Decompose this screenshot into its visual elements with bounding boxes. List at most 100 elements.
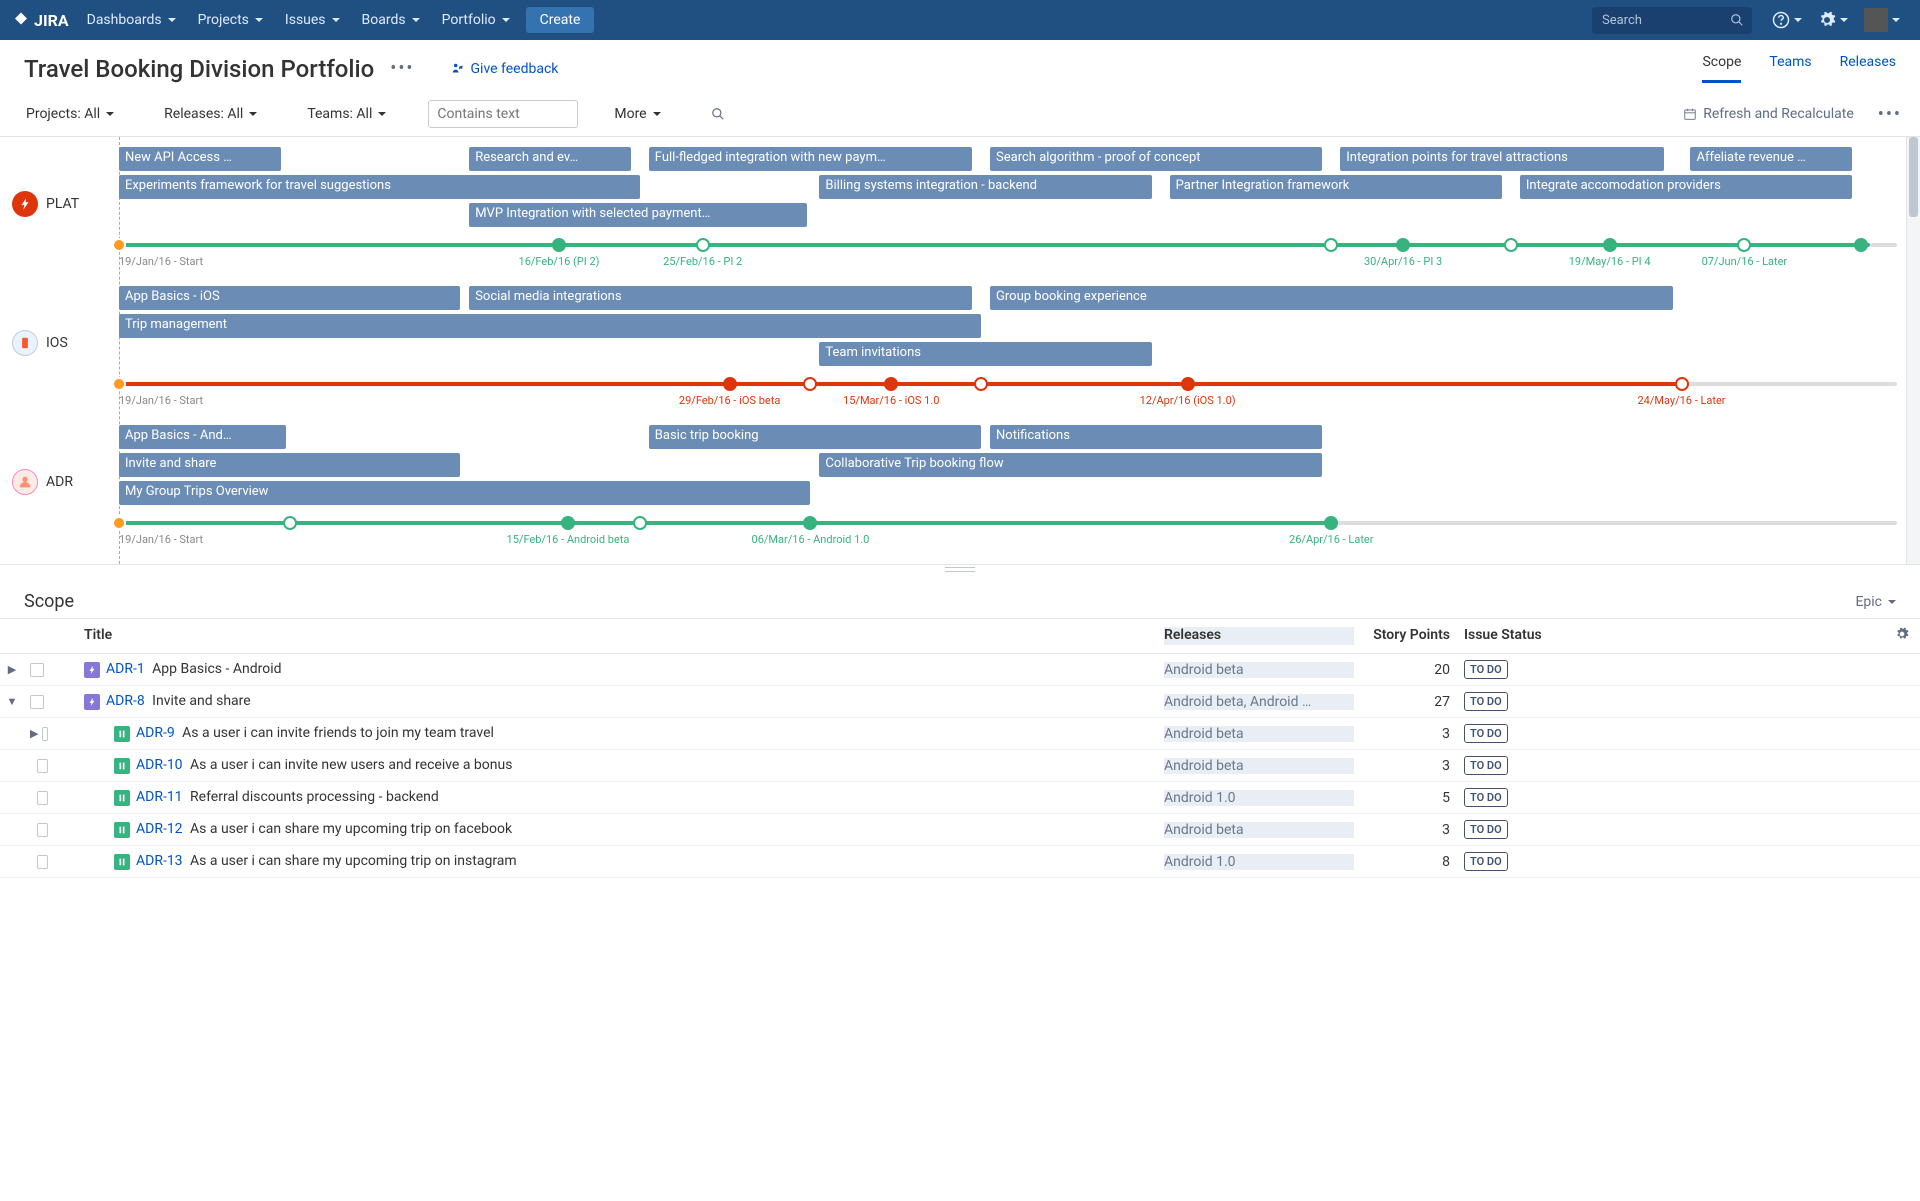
create-button[interactable]: Create (526, 7, 595, 33)
row-checkbox[interactable] (30, 695, 44, 709)
milestone[interactable] (1737, 238, 1751, 252)
timeline-bar[interactable]: App Basics - iOS (119, 286, 460, 310)
nav-item-dashboards[interactable]: Dashboards (77, 0, 186, 40)
table-row[interactable]: ▶ADR-1 App Basics - AndroidAndroid beta2… (0, 654, 1920, 686)
timeline-bar[interactable]: Search algorithm - proof of concept (990, 147, 1322, 171)
milestone[interactable] (884, 377, 898, 391)
table-row[interactable]: ▼ADR-8 Invite and shareAndroid beta, And… (0, 686, 1920, 718)
timeline-bar[interactable]: My Group Trips Overview (119, 481, 810, 505)
status-badge[interactable]: TO DO (1464, 692, 1508, 711)
table-row[interactable]: ADR-10 As a user i can invite new users … (0, 750, 1920, 782)
expand-icon[interactable]: ▼ (4, 695, 20, 708)
milestone[interactable] (974, 377, 988, 391)
issue-key[interactable]: ADR-11 (136, 789, 183, 805)
lane-label-plat[interactable]: PLAT (0, 191, 110, 217)
tab-scope[interactable]: Scope (1702, 54, 1741, 83)
timeline-bar[interactable]: Billing systems integration - backend (819, 175, 1151, 199)
timeline-bar[interactable]: New API Access … (119, 147, 281, 171)
expand-icon[interactable]: ▶ (4, 663, 20, 676)
table-row[interactable]: ADR-11 Referral discounts processing - b… (0, 782, 1920, 814)
expand-icon[interactable]: ▶ (30, 727, 38, 740)
milestone[interactable] (1504, 238, 1518, 252)
table-row[interactable]: ▶ADR-9 As a user i can invite friends to… (0, 718, 1920, 750)
milestone[interactable] (633, 516, 647, 530)
issue-key[interactable]: ADR-10 (136, 757, 183, 773)
nav-item-issues[interactable]: Issues (275, 0, 350, 40)
row-checkbox[interactable] (30, 663, 44, 677)
filter-releases[interactable]: Releases: All (156, 101, 265, 127)
table-settings-icon[interactable] (1884, 627, 1920, 645)
milestone[interactable] (1854, 238, 1868, 252)
milestone[interactable] (283, 516, 297, 530)
timeline-bar[interactable]: Collaborative Trip booking flow (819, 453, 1322, 477)
issue-key[interactable]: ADR-1 (106, 661, 145, 677)
milestone[interactable] (552, 238, 566, 252)
table-row[interactable]: ADR-13 As a user i can share my upcoming… (0, 846, 1920, 878)
settings-icon[interactable] (1810, 11, 1856, 29)
timeline-bar[interactable]: Affeliate revenue … (1690, 147, 1852, 171)
status-badge[interactable]: TO DO (1464, 756, 1508, 775)
milestone[interactable] (803, 516, 817, 530)
timeline-bar[interactable]: Team invitations (819, 342, 1151, 366)
status-badge[interactable]: TO DO (1464, 820, 1508, 839)
filter-text-input[interactable] (428, 100, 578, 128)
milestone[interactable] (1675, 377, 1689, 391)
status-badge[interactable]: TO DO (1464, 852, 1508, 871)
timeline-bar[interactable]: Invite and share (119, 453, 460, 477)
milestone[interactable] (1396, 238, 1410, 252)
lane-label-ios[interactable]: IOS (0, 330, 110, 356)
milestone[interactable] (1324, 516, 1338, 530)
status-badge[interactable]: TO DO (1464, 660, 1508, 679)
milestone[interactable] (1181, 377, 1195, 391)
issue-key[interactable]: ADR-9 (136, 725, 175, 741)
timeline-bar[interactable]: Experiments framework for travel suggest… (119, 175, 640, 199)
timeline-bar[interactable]: Trip management (119, 314, 981, 338)
timeline-bar[interactable]: Full-fledged integration with new paym… (649, 147, 972, 171)
milestone-start[interactable] (112, 377, 126, 391)
feedback-link[interactable]: Give feedback (451, 61, 559, 77)
milestone[interactable] (696, 238, 710, 252)
row-checkbox[interactable] (42, 727, 48, 741)
timeline-bar[interactable]: Social media integrations (469, 286, 972, 310)
timeline-bar[interactable]: App Basics - And… (119, 425, 286, 449)
milestone[interactable] (561, 516, 575, 530)
issue-key[interactable]: ADR-13 (136, 853, 183, 869)
timeline-bar[interactable]: MVP Integration with selected payment… (469, 203, 807, 227)
help-icon[interactable] (1764, 11, 1810, 29)
search-input[interactable] (1592, 7, 1752, 34)
row-checkbox[interactable] (37, 759, 48, 773)
milestone-start[interactable] (112, 516, 126, 530)
milestone[interactable] (723, 377, 737, 391)
issue-key[interactable]: ADR-12 (136, 821, 183, 837)
table-row[interactable]: ADR-12 As a user i can share my upcoming… (0, 814, 1920, 846)
row-checkbox[interactable] (37, 823, 48, 837)
tab-releases[interactable]: Releases (1840, 54, 1896, 83)
more-actions-icon[interactable]: ••• (390, 58, 414, 79)
row-checkbox[interactable] (37, 855, 48, 869)
row-checkbox[interactable] (37, 791, 48, 805)
milestone[interactable] (1603, 238, 1617, 252)
filter-projects[interactable]: Projects: All (18, 101, 122, 127)
timeline-bar[interactable]: Notifications (990, 425, 1322, 449)
jira-logo[interactable]: JIRA (12, 11, 69, 30)
nav-item-projects[interactable]: Projects (188, 0, 273, 40)
milestone[interactable] (803, 377, 817, 391)
timeline-bar[interactable]: Integrate accomodation providers (1520, 175, 1852, 199)
nav-item-portfolio[interactable]: Portfolio (432, 0, 520, 40)
status-badge[interactable]: TO DO (1464, 724, 1508, 743)
split-handle[interactable] (0, 565, 1920, 573)
filter-teams[interactable]: Teams: All (299, 101, 394, 127)
filter-more[interactable]: More (606, 101, 668, 127)
tab-teams[interactable]: Teams (1769, 54, 1811, 83)
milestone-start[interactable] (112, 238, 126, 252)
lane-label-adr[interactable]: ADR (0, 469, 110, 495)
status-badge[interactable]: TO DO (1464, 788, 1508, 807)
user-avatar[interactable] (1856, 8, 1908, 32)
grouping-dropdown[interactable]: Epic (1855, 594, 1896, 610)
timeline-bar[interactable]: Integration points for travel attraction… (1340, 147, 1663, 171)
filter-search-icon[interactable] (703, 102, 733, 126)
timeline-bar[interactable]: Research and ev… (469, 147, 631, 171)
refresh-recalculate-button[interactable]: Refresh and Recalculate (1683, 106, 1854, 122)
timeline-scrollbar[interactable] (1906, 137, 1920, 564)
nav-item-boards[interactable]: Boards (352, 0, 430, 40)
